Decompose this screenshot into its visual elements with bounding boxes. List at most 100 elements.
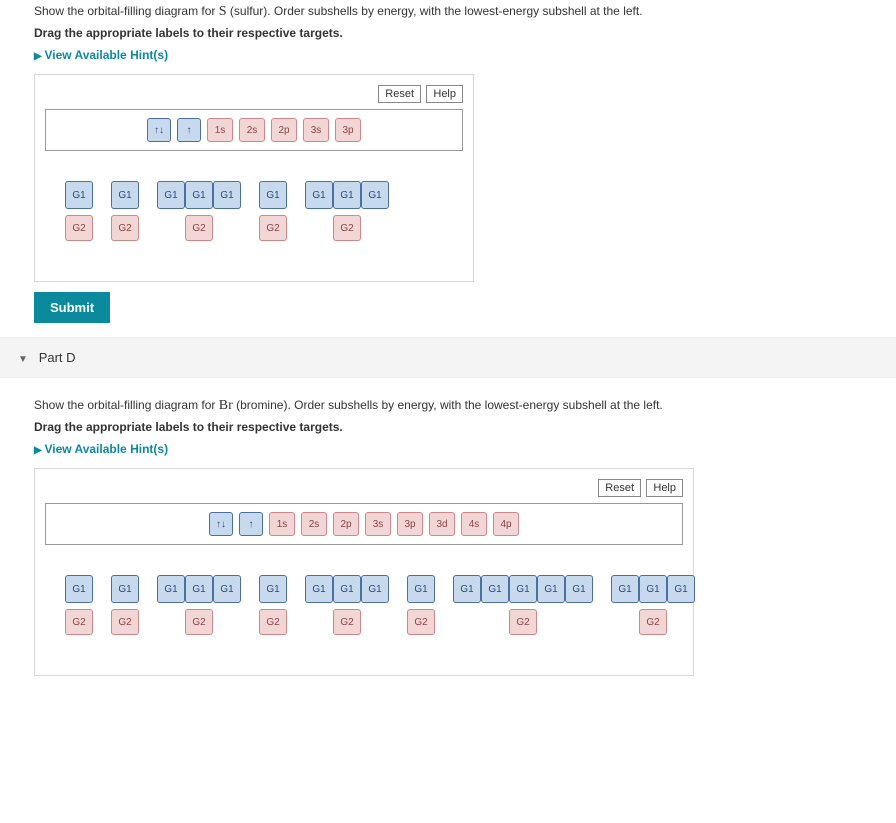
- sublabel-slot[interactable]: G2: [185, 215, 213, 241]
- prompt-suffix: (bromine). Order subshells by energy, wi…: [233, 398, 663, 412]
- orbital-slot[interactable]: G1: [111, 575, 139, 603]
- subshell-group: G1G1G1G1G1G2: [453, 575, 593, 635]
- orbital-row: G1G1G1: [305, 181, 389, 209]
- orbital-slot[interactable]: G1: [185, 181, 213, 209]
- orbital-row: G1G1G1: [611, 575, 695, 603]
- sublabel-slot[interactable]: G2: [639, 609, 667, 635]
- subshell-label-2s[interactable]: 2s: [239, 118, 265, 142]
- orbital-slot[interactable]: G1: [667, 575, 695, 603]
- reset-button[interactable]: Reset: [598, 479, 641, 497]
- orbital-slot[interactable]: G1: [65, 575, 93, 603]
- subshell-label-4p[interactable]: 4p: [493, 512, 519, 536]
- arrow-updown-label[interactable]: ↑↓: [209, 512, 233, 536]
- drag-instruction: Drag the appropriate labels to their res…: [34, 26, 896, 40]
- sublabel-slot[interactable]: G2: [185, 609, 213, 635]
- orbital-slot[interactable]: G1: [639, 575, 667, 603]
- sublabel-slot[interactable]: G2: [65, 609, 93, 635]
- prompt-prefix: Show the orbital-filling diagram for: [34, 4, 219, 18]
- sublabel-slot[interactable]: G2: [509, 609, 537, 635]
- orbital-row: G1G1G1: [157, 575, 241, 603]
- orbital-slot[interactable]: G1: [509, 575, 537, 603]
- label-source-bar: ↑↓ ↑ 1s 2s 2p 3s 3p 3d 4s 4p: [45, 503, 683, 545]
- label-source-bar: ↑↓ ↑ 1s 2s 2p 3s 3p: [45, 109, 463, 151]
- orbital-slot[interactable]: G1: [481, 575, 509, 603]
- orbital-row: G1: [65, 181, 93, 209]
- view-hints-button[interactable]: View Available Hint(s): [34, 48, 896, 62]
- sublabel-slot[interactable]: G2: [333, 609, 361, 635]
- orbital-slot[interactable]: G1: [333, 575, 361, 603]
- help-button[interactable]: Help: [426, 85, 463, 103]
- orbital-slot[interactable]: G1: [333, 181, 361, 209]
- orbital-slot[interactable]: G1: [259, 575, 287, 603]
- orbital-slot[interactable]: G1: [305, 575, 333, 603]
- prompt-prefix: Show the orbital-filling diagram for: [34, 398, 219, 412]
- orbital-slot[interactable]: G1: [185, 575, 213, 603]
- prompt-suffix: (sulfur). Order subshells by energy, wit…: [227, 4, 643, 18]
- orbital-slot[interactable]: G1: [361, 181, 389, 209]
- subshell-group: G1G1G1G2: [305, 181, 389, 241]
- arrow-updown-label[interactable]: ↑↓: [147, 118, 171, 142]
- orbital-slot[interactable]: G1: [537, 575, 565, 603]
- subshell-label-3s[interactable]: 3s: [303, 118, 329, 142]
- submit-button[interactable]: Submit: [34, 292, 110, 323]
- drag-instruction: Drag the appropriate labels to their res…: [34, 420, 896, 434]
- orbital-row: G1G1G1G1G1: [453, 575, 593, 603]
- sublabel-slot[interactable]: G2: [111, 215, 139, 241]
- part-c-section: Show the orbital-filling diagram for S (…: [0, 4, 896, 323]
- subshell-label-3p[interactable]: 3p: [397, 512, 423, 536]
- orbital-slot[interactable]: G1: [407, 575, 435, 603]
- activity-box-d: Reset Help ↑↓ ↑ 1s 2s 2p 3s 3p 3d 4s 4p …: [34, 468, 694, 676]
- help-button[interactable]: Help: [646, 479, 683, 497]
- arrow-up-label[interactable]: ↑: [239, 512, 263, 536]
- subshell-group: G1G2: [111, 575, 139, 635]
- subshell-label-2s[interactable]: 2s: [301, 512, 327, 536]
- orbital-slot[interactable]: G1: [453, 575, 481, 603]
- subshell-label-3d[interactable]: 3d: [429, 512, 455, 536]
- orbital-slot[interactable]: G1: [157, 181, 185, 209]
- orbital-row: G1: [111, 181, 139, 209]
- part-d-heading[interactable]: Part D: [0, 337, 896, 378]
- orbital-slot[interactable]: G1: [611, 575, 639, 603]
- arrow-up-label[interactable]: ↑: [177, 118, 201, 142]
- reset-button[interactable]: Reset: [378, 85, 421, 103]
- subshell-label-1s[interactable]: 1s: [269, 512, 295, 536]
- subshell-label-4s[interactable]: 4s: [461, 512, 487, 536]
- orbital-slot[interactable]: G1: [259, 181, 287, 209]
- subshell-group: G1G2: [259, 181, 287, 241]
- orbital-slot[interactable]: G1: [305, 181, 333, 209]
- orbital-slot[interactable]: G1: [565, 575, 593, 603]
- orbital-row: G1: [65, 575, 93, 603]
- subshell-label-3s[interactable]: 3s: [365, 512, 391, 536]
- orbital-row: G1: [259, 181, 287, 209]
- sublabel-slot[interactable]: G2: [65, 215, 93, 241]
- orbital-slot[interactable]: G1: [157, 575, 185, 603]
- activity-box-c: Reset Help ↑↓ ↑ 1s 2s 2p 3s 3p G1G2G1G2G…: [34, 74, 474, 282]
- subshell-group: G1G2: [259, 575, 287, 635]
- subshell-group: G1G1G1G2: [157, 181, 241, 241]
- subshell-label-1s[interactable]: 1s: [207, 118, 233, 142]
- orbital-row: G1: [259, 575, 287, 603]
- prompt-text: Show the orbital-filling diagram for Br …: [34, 398, 896, 414]
- subshell-label-2p[interactable]: 2p: [271, 118, 297, 142]
- sublabel-slot[interactable]: G2: [333, 215, 361, 241]
- activity-controls: Reset Help: [45, 479, 683, 497]
- orbital-slot[interactable]: G1: [111, 181, 139, 209]
- element-symbol: S: [219, 4, 227, 19]
- sublabel-slot[interactable]: G2: [259, 609, 287, 635]
- orbital-slot[interactable]: G1: [65, 181, 93, 209]
- subshell-label-3p[interactable]: 3p: [335, 118, 361, 142]
- sublabel-slot[interactable]: G2: [259, 215, 287, 241]
- orbital-row: G1: [111, 575, 139, 603]
- subshell-group: G1G2: [65, 575, 93, 635]
- orbital-slot[interactable]: G1: [213, 575, 241, 603]
- subshell-group: G1G1G1G2: [157, 575, 241, 635]
- view-hints-button[interactable]: View Available Hint(s): [34, 442, 896, 456]
- subshell-group: G1G2: [407, 575, 435, 635]
- element-symbol: Br: [219, 398, 233, 413]
- orbital-slot[interactable]: G1: [361, 575, 389, 603]
- subshell-label-2p[interactable]: 2p: [333, 512, 359, 536]
- orbital-slot[interactable]: G1: [213, 181, 241, 209]
- prompt-text: Show the orbital-filling diagram for S (…: [34, 4, 896, 20]
- sublabel-slot[interactable]: G2: [407, 609, 435, 635]
- sublabel-slot[interactable]: G2: [111, 609, 139, 635]
